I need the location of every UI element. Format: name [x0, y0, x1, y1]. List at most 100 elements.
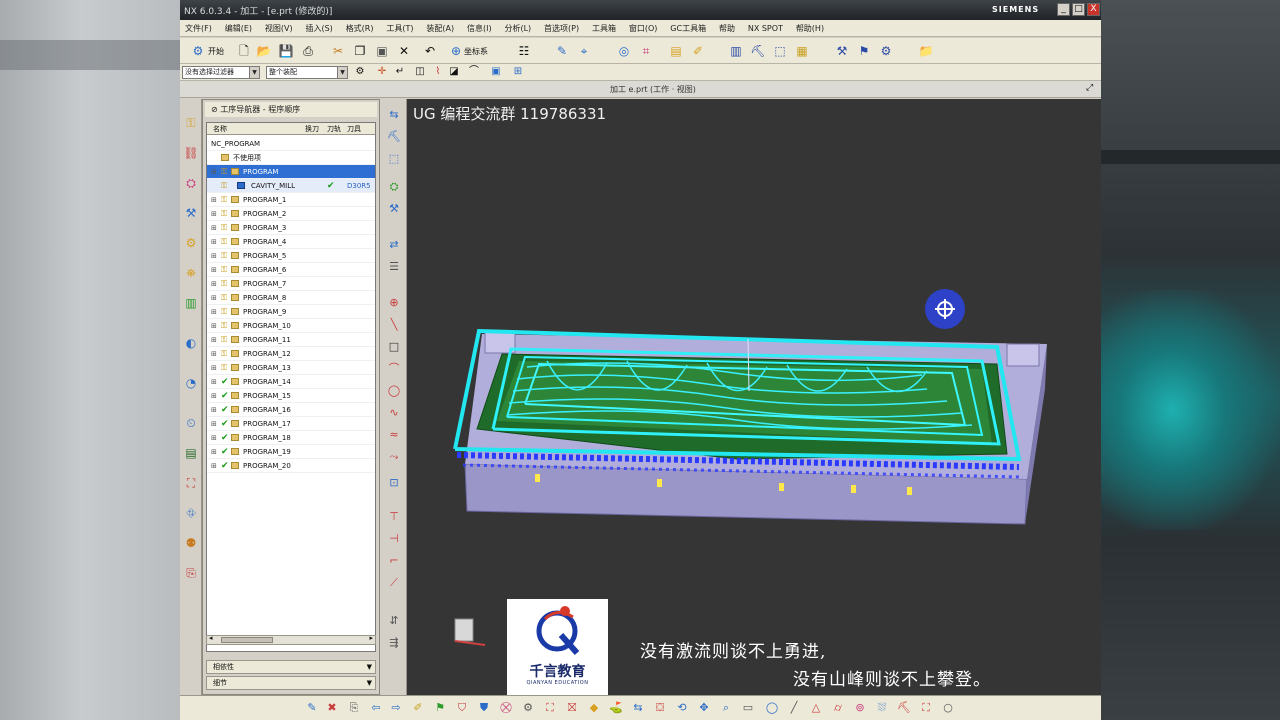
- postprocess-icon[interactable]: ⚙: [878, 43, 894, 59]
- menu-view[interactable]: 视图(V): [260, 20, 298, 37]
- offset-curve-icon[interactable]: ≈: [386, 427, 402, 443]
- create-program-icon[interactable]: ▥: [728, 43, 744, 59]
- wcs-label[interactable]: 坐标系: [464, 46, 488, 57]
- analysis-icon[interactable]: ⌗: [638, 43, 654, 59]
- graphics-viewport[interactable]: UG 编程交流群 119786331 千言教育 QIANYAN EDUCATIO…: [407, 99, 1101, 695]
- menu-help[interactable]: 帮助(H): [791, 20, 829, 37]
- menu-file[interactable]: 文件(F): [180, 20, 217, 37]
- expand-toggle-icon[interactable]: ⊞: [211, 193, 219, 207]
- print-icon[interactable]: ⎙: [300, 43, 316, 59]
- frame-icon[interactable]: ▭: [740, 700, 756, 716]
- extract-curve-icon[interactable]: ⊡: [386, 475, 402, 491]
- select-curve-icon[interactable]: ⌒: [466, 64, 482, 80]
- expand-toggle-icon[interactable]: ⊞: [211, 235, 219, 249]
- start-icon[interactable]: ⚙: [190, 43, 206, 59]
- tree-row[interactable]: ⊞ ⚿ PROGRAM_11: [207, 333, 375, 347]
- highlight-icon[interactable]: ◆: [586, 700, 602, 716]
- tree-row[interactable]: ⊞ ⚿ PROGRAM_4: [207, 235, 375, 249]
- menu-assembly[interactable]: 装配(A): [421, 20, 459, 37]
- stock-icon[interactable]: ⛶: [542, 700, 558, 716]
- pencil-icon[interactable]: ✎: [554, 43, 570, 59]
- details-panel[interactable]: 细节 ▼: [206, 676, 376, 690]
- replay-icon[interactable]: ⇄: [386, 237, 402, 253]
- part-navigator-icon[interactable]: ⛭: [183, 175, 199, 191]
- select-arrow-icon[interactable]: ↵: [392, 64, 408, 80]
- join-icon[interactable]: ⇶: [386, 635, 402, 651]
- cone-icon[interactable]: △: [808, 700, 824, 716]
- wcs-icon[interactable]: ⊕: [448, 43, 464, 59]
- dependencies-panel[interactable]: 相依性 ▼: [206, 660, 376, 674]
- tree-row[interactable]: ⊞ ✔ PROGRAM_20: [207, 459, 375, 473]
- measure-icon[interactable]: ◎: [616, 43, 632, 59]
- circle-outline-icon[interactable]: ○: [940, 700, 956, 716]
- circle-icon[interactable]: ◯: [386, 383, 402, 399]
- cut-icon[interactable]: ✂: [330, 43, 346, 59]
- move-left-icon[interactable]: ⇦: [368, 700, 384, 716]
- column-tool-change[interactable]: 换刀: [305, 123, 319, 135]
- pan-view-icon[interactable]: ✥: [696, 700, 712, 716]
- constraint-navigator-icon[interactable]: ⛓: [183, 145, 199, 161]
- tree-row[interactable]: ⊞ ⚿ PROGRAM_10: [207, 319, 375, 333]
- tree-row[interactable]: ⚿ CAVITY_MILL ✔ D30R5: [207, 179, 375, 193]
- tree-row[interactable]: ⊞ ⚿ PROGRAM_6: [207, 263, 375, 277]
- section-icon[interactable]: ⛏: [896, 700, 912, 716]
- cylinder-icon[interactable]: ⌭: [830, 700, 846, 716]
- manufacturing-wizard-icon[interactable]: ⛗: [183, 505, 199, 521]
- column-toolpath[interactable]: 刀轨: [327, 123, 341, 135]
- undo-icon[interactable]: ↶: [422, 43, 438, 59]
- select-edge-icon[interactable]: ⌇: [430, 64, 446, 80]
- arc-icon[interactable]: ⌒: [386, 361, 402, 377]
- snap-icon[interactable]: ⌖: [576, 43, 592, 59]
- surface-icon[interactable]: ⛆: [874, 700, 890, 716]
- object-icon[interactable]: ⛋: [652, 700, 668, 716]
- menu-nx-spot[interactable]: NX SPOT: [743, 20, 788, 37]
- sphere-icon[interactable]: ◯: [764, 700, 780, 716]
- process-studio-icon[interactable]: ⛶: [183, 475, 199, 491]
- chamfer-icon[interactable]: ⟋: [386, 575, 402, 591]
- tree-row[interactable]: ⊞ ⚿ PROGRAM_2: [207, 207, 375, 221]
- tree-row[interactable]: ⊞ ⚿ PROGRAM: [207, 165, 375, 179]
- expand-toggle-icon[interactable]: ⊞: [211, 207, 219, 221]
- settings-gear-icon[interactable]: ⚙: [352, 64, 368, 80]
- history-icon[interactable]: ▥: [183, 295, 199, 311]
- tree-row[interactable]: ⊞ ✔ PROGRAM_14: [207, 375, 375, 389]
- generate-toolpath-icon[interactable]: ⚒: [834, 43, 850, 59]
- expand-toggle-icon[interactable]: ⊞: [211, 389, 219, 403]
- assembly-navigator-icon[interactable]: ⚿: [183, 115, 199, 131]
- menu-tools[interactable]: 工具(T): [381, 20, 418, 37]
- chevron-down-icon[interactable]: ▼: [367, 677, 372, 689]
- system-material-icon[interactable]: ⏲: [183, 415, 199, 431]
- line-icon[interactable]: ╲: [386, 317, 402, 333]
- scroll-right-icon[interactable]: ▸: [369, 634, 373, 642]
- edge-icon[interactable]: ╱: [786, 700, 802, 716]
- scrollbar-thumb[interactable]: [221, 637, 273, 643]
- expand-toggle-icon[interactable]: ⊞: [211, 277, 219, 291]
- menu-gc-toolkit[interactable]: GC工具箱: [665, 20, 711, 37]
- menu-info[interactable]: 信息(I): [462, 20, 497, 37]
- expand-toggle-icon[interactable]: ⊞: [211, 375, 219, 389]
- page-icon[interactable]: ⎘: [346, 700, 362, 716]
- create-geometry-icon[interactable]: ⬚: [772, 43, 788, 59]
- verify-toolpath-icon[interactable]: ⚑: [856, 43, 872, 59]
- tree-row[interactable]: ⊞ ⚿ PROGRAM_8: [207, 291, 375, 305]
- zoom-icon[interactable]: ⌕: [718, 700, 734, 716]
- trim-icon[interactable]: ⊤: [386, 509, 402, 525]
- program-order-view-icon[interactable]: ⇆: [386, 107, 402, 123]
- menu-help-cn[interactable]: 帮助: [714, 20, 740, 37]
- column-tool[interactable]: 刀具: [347, 123, 361, 135]
- menu-window[interactable]: 窗口(O): [624, 20, 663, 37]
- select-body-icon[interactable]: ◪: [446, 64, 462, 80]
- edit-layer-icon[interactable]: ✐: [690, 43, 706, 59]
- tree-row[interactable]: ⊞ ✔ PROGRAM_19: [207, 445, 375, 459]
- cut-region-icon[interactable]: ⛝: [564, 700, 580, 716]
- edit-object-icon[interactable]: ✎: [304, 700, 320, 716]
- expand-toggle-icon[interactable]: ⊞: [211, 249, 219, 263]
- open-folder-icon[interactable]: 📂: [256, 43, 272, 59]
- filter-combo[interactable]: 没有选择过滤器 ▼: [182, 66, 260, 79]
- tree-row[interactable]: ⊞ ⚿ PROGRAM_13: [207, 361, 375, 375]
- move-right-icon[interactable]: ⇨: [388, 700, 404, 716]
- transform-icon[interactable]: ⇆: [630, 700, 646, 716]
- tree-row[interactable]: ⊞ ⚿ PROGRAM_5: [207, 249, 375, 263]
- expand-toggle-icon[interactable]: ⊞: [211, 361, 219, 375]
- format-icon[interactable]: ☷: [516, 43, 532, 59]
